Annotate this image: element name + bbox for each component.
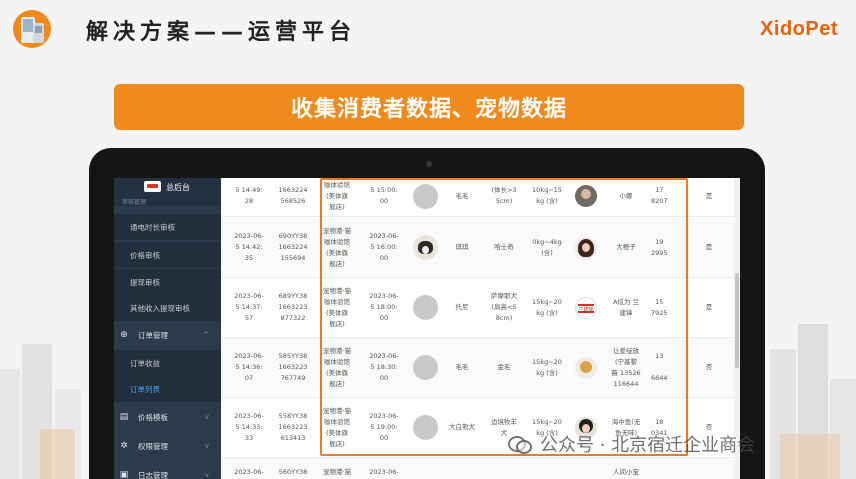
highlight-box (320, 178, 688, 456)
status-flag-cell: 否 (705, 363, 713, 371)
plus-circle-icon: ⊕ (120, 330, 128, 340)
sidebar-group-price-template[interactable]: ▤ 价格模板 v (114, 403, 221, 431)
sidebar-item-order-list[interactable]: 订单列表 (114, 376, 221, 402)
sidebar-cut-label: 审核管理 (122, 199, 147, 206)
watermark-text: 公众号 · 北京宿迁企业商会 (540, 435, 756, 456)
chevron-up-icon: ^ (203, 331, 209, 339)
sidebar-group-label: 价格模板 (138, 412, 168, 422)
order-time-cell: 5 14:49: 28 (235, 186, 263, 205)
status-flag-cell: 是 (705, 303, 713, 311)
order-time-cell: 2023-06- 5 14:36: 07 (234, 352, 264, 382)
service-time-cell: 2023-06- (369, 468, 399, 476)
watermark: 公众号 · 北京宿迁企业商会 (508, 432, 755, 456)
status-flag-cell: 是 (705, 191, 713, 200)
wechat-icon (508, 434, 532, 454)
sidebar-item-power-duration-review[interactable]: 通电时长审核 (114, 214, 221, 240)
order-number-cell: 558YY38 1663223 613413 (278, 412, 308, 442)
sidebar-nav: 总后台 审核管理 通电时长审核 价格审核 提现审核 其他收入提现审核 ⊕ 订单管… (114, 178, 221, 479)
slide-logo-icon (13, 10, 51, 48)
sidebar-logo-icon (144, 181, 161, 192)
sidebar-item-label: 订单收益 (130, 358, 160, 368)
sidebar-item-withdrawal-review[interactable]: 提现审核 (114, 269, 221, 295)
slide-title: 解决方案——运营平台 (86, 20, 357, 45)
sidebar-group-label: 订单管理 (138, 330, 168, 340)
sidebar-group-order-management[interactable]: ⊕ 订单管理 ^ (114, 321, 221, 349)
chevron-down-icon: v (204, 471, 209, 479)
sidebar-item-order-revenue[interactable]: 订单收益 (114, 350, 221, 376)
order-time-cell: 2023-06- (234, 468, 264, 476)
order-time-cell: 2023-06- 5 14:37: 57 (234, 292, 264, 322)
sidebar-group-permission-management[interactable]: ✲ 权限管理 v (114, 432, 221, 460)
sidebar-item-price-review[interactable]: 价格审核 (114, 242, 221, 268)
sidebar-item-label: 其他收入提现审核 (130, 303, 190, 313)
sidebar-item-label: 通电时长审核 (130, 222, 175, 232)
avatar-logo-text: 兰建锋 (578, 306, 594, 313)
order-number-cell: 1663224 568526 (278, 186, 308, 205)
laptop-camera (426, 161, 432, 167)
sidebar-brand-title: 总后台 (166, 183, 190, 192)
order-number-cell: 689YY38 1663223 877322 (278, 292, 308, 322)
chevron-down-icon: v (204, 413, 209, 421)
gear-icon: ✲ (120, 441, 128, 451)
order-number-cell: 585YY38 1663223 767749 (278, 352, 308, 382)
sidebar-group-label: 日志管理 (138, 470, 168, 479)
table-row[interactable]: 2023-06- 560YY38 宠物港·猫 2023-06- 人间小宝 (221, 458, 734, 479)
status-flag-cell: 是 (705, 243, 713, 251)
order-time-cell: 2023-06- 5 14:42: 35 (234, 232, 264, 262)
list-icon: ▤ (119, 412, 129, 422)
scrollbar-thumb[interactable] (735, 273, 739, 368)
user-nickname-cell: 人间小宝 (613, 468, 639, 476)
sidebar-item-label: 价格审核 (130, 250, 160, 260)
sidebar-item-label: 提现审核 (130, 277, 160, 287)
sidebar-item-label: 订单列表 (130, 384, 160, 394)
order-time-cell: 2023-06- 5 14:33: 33 (234, 412, 264, 442)
sidebar-item-other-income-withdrawal-review[interactable]: 其他收入提现审核 (114, 295, 221, 321)
log-icon: ▣ (119, 470, 129, 479)
brand-logo: XidoPet (760, 18, 838, 40)
sidebar-group-log-management[interactable]: ▣ 日志管理 v (114, 461, 221, 479)
sidebar-brand: 总后台 审核管理 (114, 178, 221, 206)
shop-name-cell: 宠物港·猫 (322, 468, 352, 476)
order-number-cell: 690YY38 1663224 155694 (278, 232, 308, 262)
sidebar-group-label: 权限管理 (138, 441, 168, 451)
order-number-cell: 560YY38 (278, 468, 308, 476)
chevron-down-icon: v (204, 442, 209, 450)
section-banner: 收集消费者数据、宠物数据 (114, 84, 744, 130)
